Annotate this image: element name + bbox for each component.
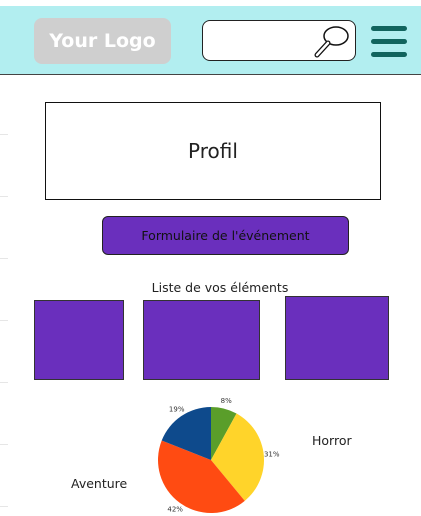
element-tile[interactable] [34,300,124,380]
element-tile[interactable] [285,296,389,380]
search-input[interactable] [209,29,309,55]
aventure-label: Aventure [71,476,128,491]
logo[interactable]: Your Logo [34,18,171,64]
profile-box[interactable]: Profil [45,102,381,200]
elements-list-title: Liste de vos éléments [151,280,289,295]
pie-slice-label: 31% [264,450,280,458]
pie-slice-label: 19% [169,406,185,414]
horror-label: Horror [312,433,352,448]
search-icon[interactable] [305,23,351,59]
pie-slice-label: 8% [221,398,232,405]
pie-slice-label: 42% [167,505,183,513]
element-tile[interactable] [143,300,260,380]
hamburger-menu-icon[interactable] [371,25,407,59]
search-box[interactable] [202,20,356,61]
header: Your Logo [0,6,421,75]
event-form-button[interactable]: Formulaire de l'événement [102,216,349,255]
genre-pie-chart: 8% 31% 42% 19% [158,398,280,513]
